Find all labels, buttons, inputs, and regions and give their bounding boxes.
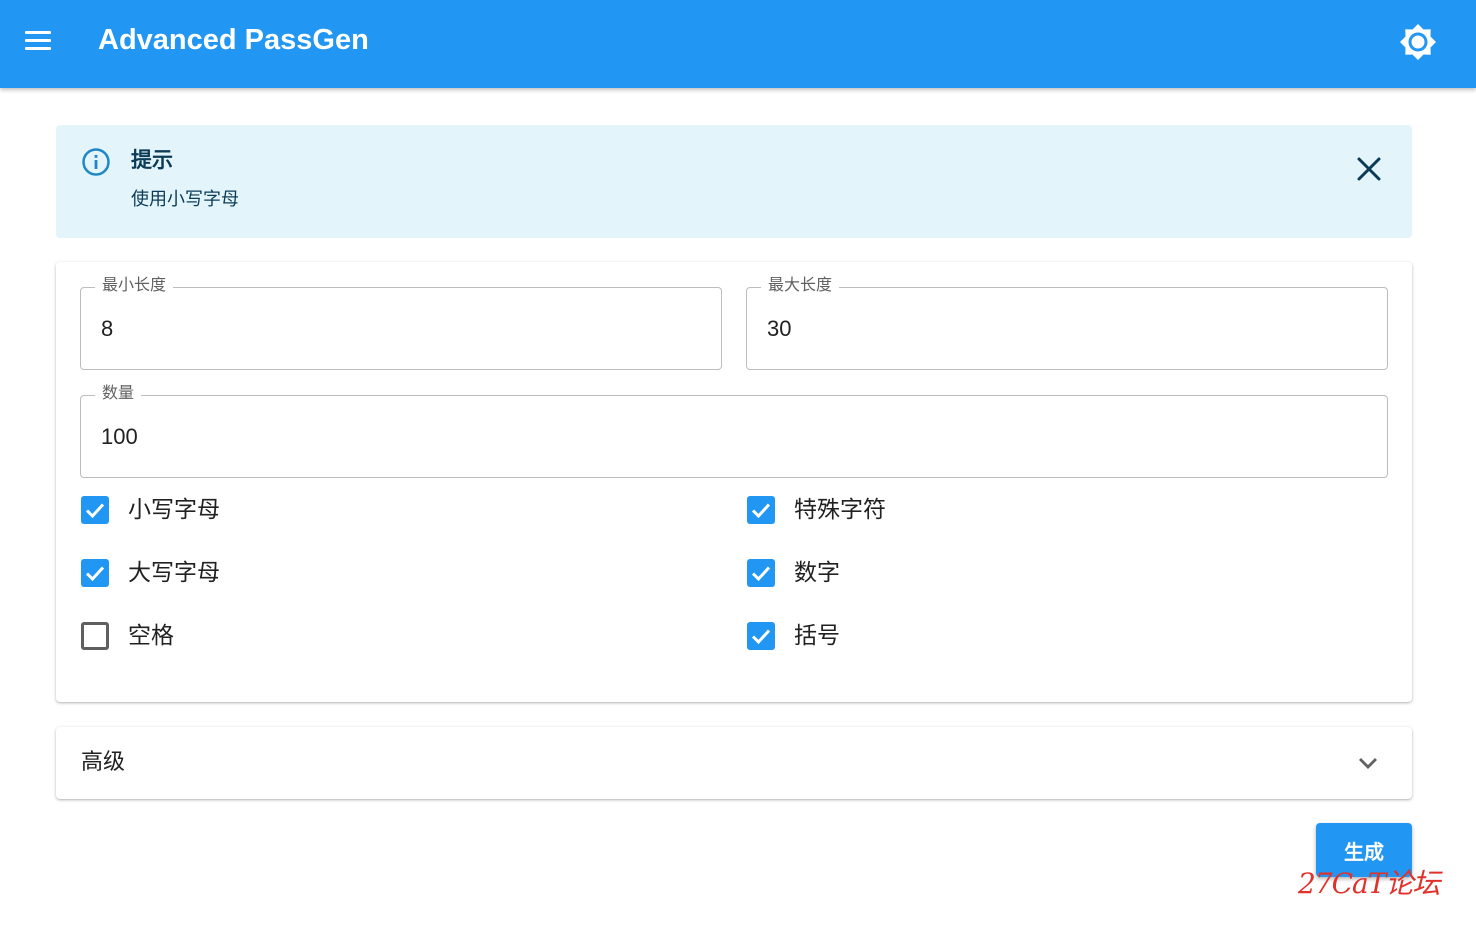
options-card: 最小长度 最大长度 数量 小写字母 特殊字符 大写字母 数字 空格: [56, 262, 1412, 702]
checkbox-checked-icon[interactable]: [747, 622, 775, 650]
alert-message: 使用小写字母: [131, 189, 239, 210]
min-length-field[interactable]: 最小长度: [80, 275, 722, 370]
alert-title: 提示: [131, 148, 173, 172]
checkbox-checked-icon[interactable]: [81, 496, 109, 524]
max-length-input[interactable]: [767, 314, 1367, 344]
advanced-label: 高级: [81, 750, 126, 775]
count-label: 数量: [95, 383, 142, 403]
advanced-expansion-panel[interactable]: 高级: [56, 727, 1412, 799]
space-checkbox[interactable]: 空格: [81, 616, 381, 656]
close-icon[interactable]: [1352, 152, 1386, 186]
count-field[interactable]: 数量: [80, 383, 1388, 478]
lowercase-checkbox[interactable]: 小写字母: [81, 490, 381, 530]
checkbox-checked-icon[interactable]: [81, 559, 109, 587]
brackets-checkbox[interactable]: 括号: [747, 616, 1047, 656]
chevron-down-icon[interactable]: [1354, 749, 1382, 777]
digits-label: 数字: [794, 560, 840, 586]
app-bar: Advanced PassGen: [0, 0, 1476, 88]
watermark-text: 27CaT论坛: [1298, 867, 1440, 900]
checkbox-checked-icon[interactable]: [747, 559, 775, 587]
checkbox-unchecked-icon[interactable]: [81, 622, 109, 650]
count-input[interactable]: [101, 422, 1367, 452]
info-alert: 提示 使用小写字母: [56, 125, 1412, 238]
info-icon: [81, 147, 111, 177]
digits-checkbox[interactable]: 数字: [747, 553, 1047, 593]
min-length-label: 最小长度: [95, 275, 174, 295]
max-length-label: 最大长度: [761, 275, 840, 295]
brackets-label: 括号: [794, 623, 840, 649]
app-title: Advanced PassGen: [98, 24, 369, 56]
space-label: 空格: [128, 623, 174, 649]
checkbox-checked-icon[interactable]: [747, 496, 775, 524]
uppercase-checkbox[interactable]: 大写字母: [81, 553, 381, 593]
uppercase-label: 大写字母: [128, 560, 220, 586]
hamburger-menu-icon[interactable]: [18, 20, 58, 60]
min-length-input[interactable]: [101, 314, 701, 344]
special-chars-checkbox[interactable]: 特殊字符: [747, 490, 1047, 530]
lowercase-label: 小写字母: [128, 497, 220, 523]
max-length-field[interactable]: 最大长度: [746, 275, 1388, 370]
brightness-icon[interactable]: [1396, 20, 1440, 64]
special-chars-label: 特殊字符: [794, 497, 886, 523]
